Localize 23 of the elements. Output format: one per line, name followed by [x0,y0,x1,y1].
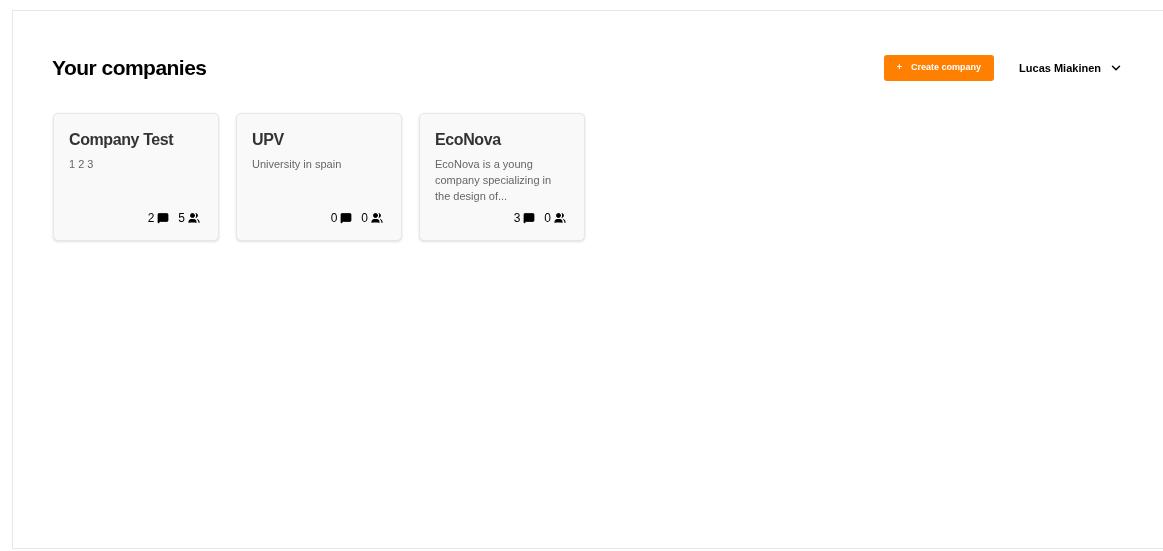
company-card[interactable]: UPV University in spain 0 0 [236,112,402,241]
member-count: 0 [544,209,551,227]
chat-count: 0 [330,209,338,227]
chat-icon [157,211,170,224]
company-name: Company Test [69,129,175,150]
chat-icon [340,211,353,224]
company-description: 1 2 3 [69,156,95,172]
company-name: EcoNova [435,129,503,150]
company-description: EcoNova is a young company specializing in the design of... [435,156,553,204]
chat-icon [523,211,536,224]
chat-count: 2 [147,209,155,227]
members-icon [554,211,566,224]
company-card[interactable]: Company Test 1 2 3 2 5 [53,112,219,241]
company-card[interactable]: EcoNova EcoNova is a young company specializing in the design of... 3 0 [419,112,585,241]
user-menu[interactable]: Lucas Miakinen [1019,59,1123,76]
members-icon [188,211,200,224]
company-name: UPV [252,129,285,150]
member-count: 5 [178,209,185,227]
members-icon [371,211,383,224]
member-count: 0 [361,209,368,227]
chat-count: 3 [513,209,521,227]
page-title: Your companies [52,55,207,81]
company-description: University in spain [252,156,343,172]
